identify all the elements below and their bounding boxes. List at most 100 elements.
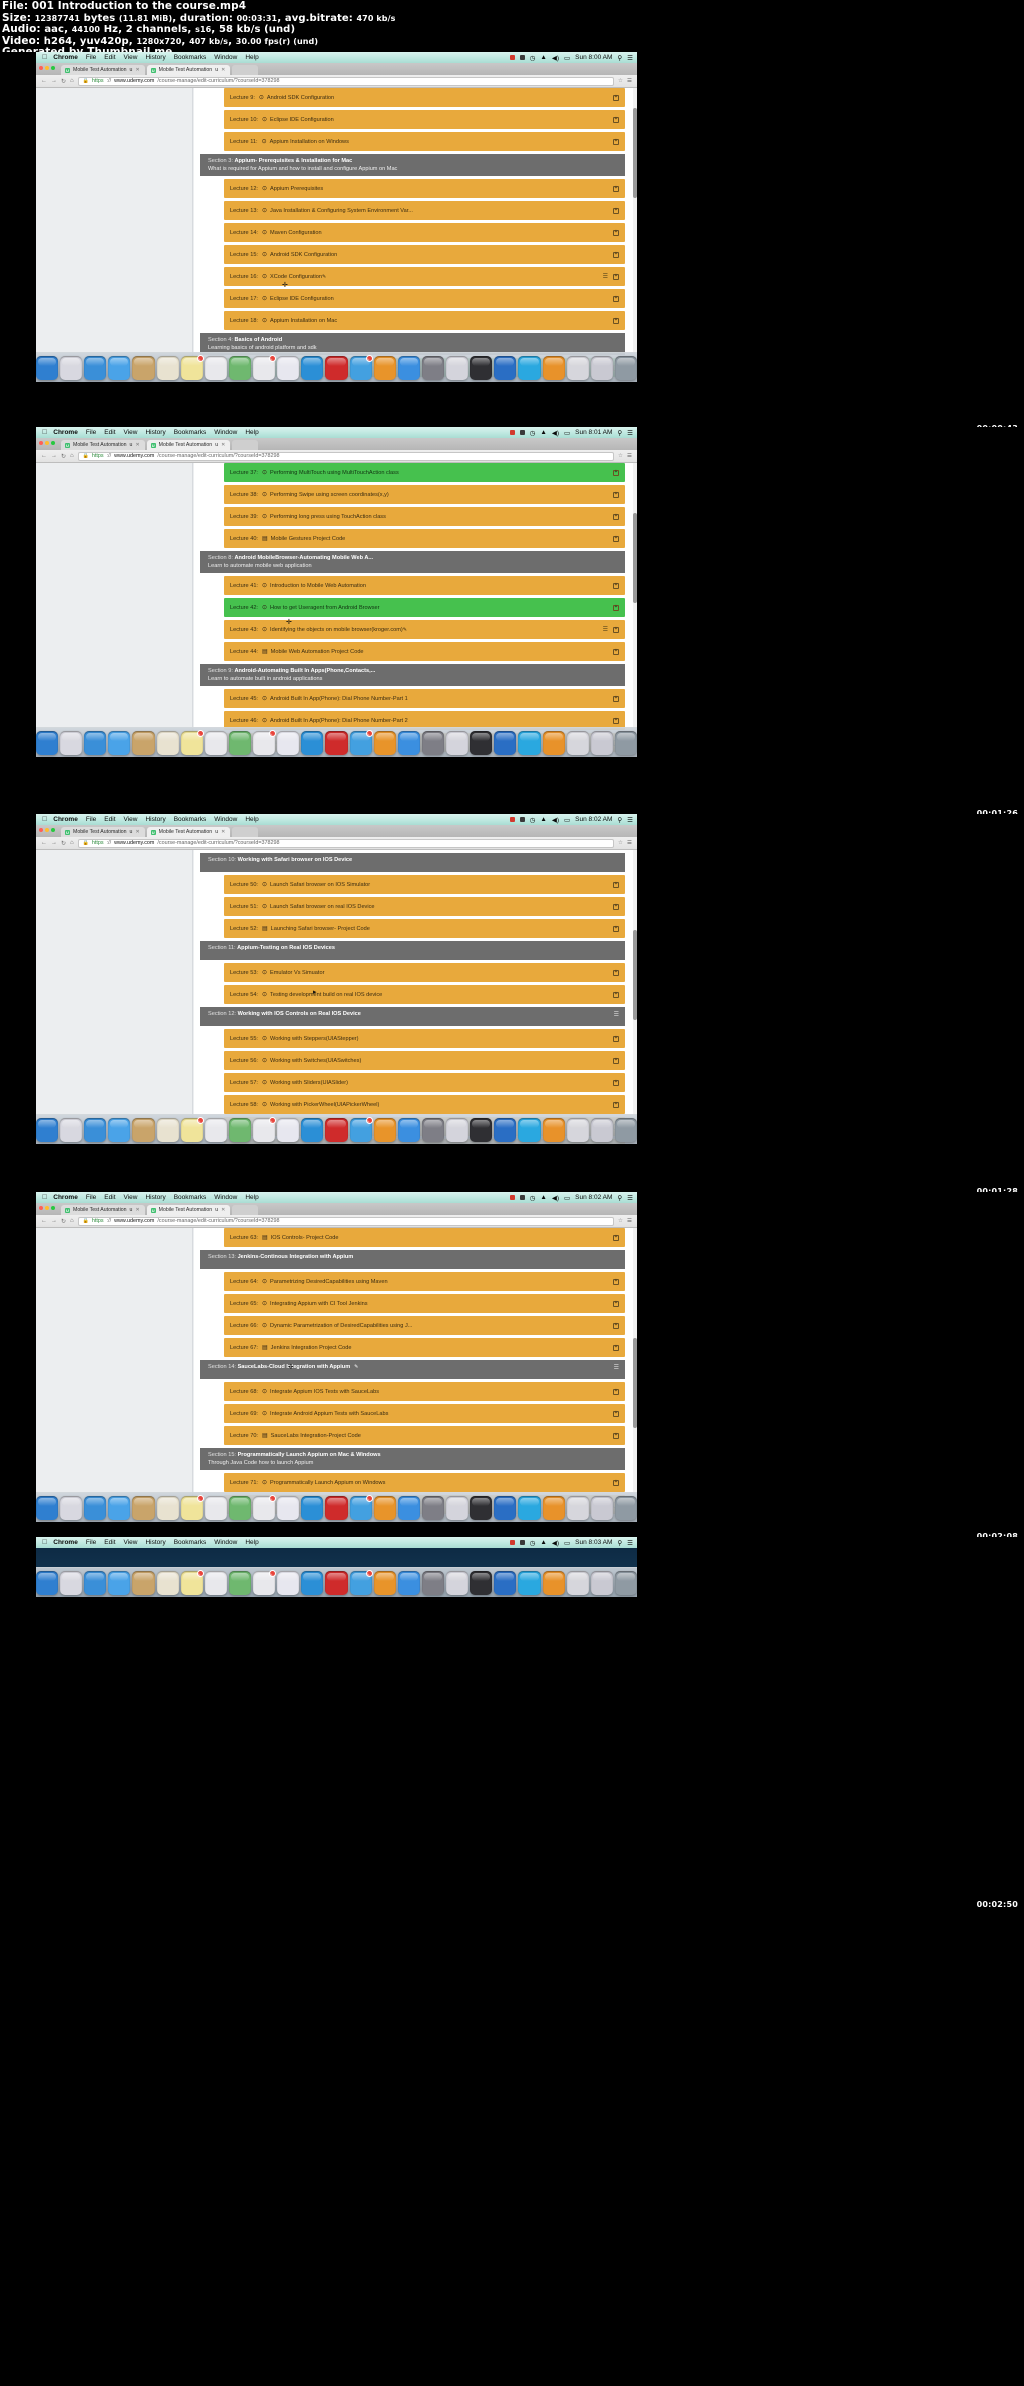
address-bar[interactable]: 🔒 https://www.udemy.com/course-manage/ed… [77,1216,614,1226]
dropbox-icon[interactable] [519,55,525,60]
word-icon[interactable] [494,731,517,755]
maximize-window-icon[interactable] [51,1206,55,1210]
notes-icon[interactable] [180,1570,204,1595]
chrome-menu-icon[interactable]: ☰ [627,1218,632,1224]
expand-toggle-icon[interactable]: + [613,207,619,214]
home-button[interactable]: ⌂ [70,453,74,459]
lecture-row[interactable]: Lecture 37: ⊙ Performing MultiTouch usin… [224,463,625,482]
close-window-icon[interactable] [39,441,43,445]
settings-icon[interactable] [349,355,373,380]
menu-item-chrome[interactable]: Chrome [53,1539,78,1546]
skype-icon[interactable] [518,1571,541,1595]
drag-handle-icon[interactable]: ☰ [603,626,608,633]
clock-icon[interactable]: ◷ [530,54,536,62]
word-icon[interactable] [494,1118,517,1142]
folder-icon[interactable] [566,1496,589,1520]
folder-icon[interactable] [566,1118,589,1142]
apple-logo-icon[interactable]:  [42,429,47,436]
menu-item-window[interactable]: Window [214,1194,237,1201]
xcode-icon[interactable] [446,356,469,380]
notes-icon[interactable] [180,355,204,380]
notes-icon[interactable] [180,730,204,755]
battery-icon[interactable]: ▭ [564,54,570,62]
xcode-icon[interactable] [446,1571,469,1595]
expand-toggle-icon[interactable]: + [613,116,619,123]
trash-icon[interactable] [614,1571,637,1595]
reminders-icon[interactable] [204,1118,227,1142]
appstore-icon[interactable] [325,356,348,380]
expand-toggle-icon[interactable]: + [613,991,619,998]
vlc-icon[interactable] [542,1496,565,1520]
lecture-row[interactable]: Lecture 53: ⊙ Emulator Vs Simuator + [224,963,625,982]
menu-item-edit[interactable]: Edit [104,54,115,61]
reload-button[interactable]: ↻ [61,78,66,85]
calendar-icon[interactable] [156,1571,179,1595]
expand-toggle-icon[interactable]: + [613,1101,619,1108]
bookmark-star-icon[interactable]: ☆ [618,453,623,459]
address-bar[interactable]: 🔒 https://www.udemy.com/course-manage/ed… [77,76,614,86]
appstore-icon[interactable] [325,1118,348,1142]
skype-icon[interactable] [518,1496,541,1520]
launchpad-icon[interactable] [60,356,83,380]
close-tab-icon[interactable]: ✕ [221,1207,225,1213]
menu-item-edit[interactable]: Edit [104,429,115,436]
reload-button[interactable]: ↻ [61,453,66,460]
browser-tab-1[interactable]: U Mobile Test Automation u ✕ [61,440,145,450]
maximize-window-icon[interactable] [51,441,55,445]
lecture-row[interactable]: Lecture 54: ⊙ Testing development build … [224,985,625,1004]
chrome-icon[interactable] [373,1571,396,1595]
settings-icon[interactable] [349,1495,373,1520]
expand-toggle-icon[interactable]: + [613,295,619,302]
lecture-row[interactable]: Lecture 13: ⊙ Java Installation & Config… [224,201,625,220]
wifi-icon[interactable]: ▲ [540,429,546,436]
mail-icon[interactable] [108,1571,131,1595]
section-header[interactable]: Section 15: Programmatically Launch Appi… [200,1448,625,1470]
lecture-row[interactable]: Lecture 51: ⊙ Launch Safari browser on r… [224,897,625,916]
maps-icon[interactable] [228,1496,252,1520]
menu-item-chrome[interactable]: Chrome [53,429,78,436]
lecture-row[interactable]: Lecture 68: ⊙ Integrate Appium IOS Tests… [224,1382,625,1401]
vlc-icon[interactable] [542,1118,565,1142]
dropbox-icon[interactable] [519,430,525,435]
minimize-window-icon[interactable] [45,828,49,832]
page-scrollbar-thumb[interactable] [633,1338,637,1428]
wifi-icon[interactable]: ▲ [540,1539,546,1546]
photos-icon[interactable] [253,730,277,755]
search-icon[interactable]: ⚲ [617,1539,622,1547]
record-icon[interactable] [509,430,515,435]
page-scrollbar[interactable] [633,850,637,1144]
menu-item-file[interactable]: File [86,1539,96,1546]
terminal-icon[interactable] [397,731,420,755]
apple-logo-icon[interactable]:  [42,1194,47,1201]
skype-icon[interactable] [518,731,541,755]
lecture-row[interactable]: Lecture 17: ⊙ Eclipse IDE Configuration … [224,289,625,308]
battery-icon[interactable]: ▭ [564,1539,570,1547]
chrome-menu-icon[interactable]: ☰ [627,453,632,459]
lecture-row[interactable]: Lecture 63: ▤ IOS Controls- Project Code… [224,1228,625,1247]
maximize-window-icon[interactable] [51,66,55,70]
section-header[interactable]: Section 3: Appium- Prerequisites & Insta… [200,154,625,176]
menu-item-history[interactable]: History [145,429,165,436]
safari-icon[interactable] [84,1496,107,1520]
expand-toggle-icon[interactable]: + [613,1410,619,1417]
new-tab-button[interactable] [232,827,259,837]
lecture-row[interactable]: Lecture 14: ⊙ Maven Configuration + [224,223,625,242]
contacts-icon[interactable] [132,1571,155,1595]
launchpad-icon[interactable] [60,731,83,755]
menu-item-file[interactable]: File [86,54,96,61]
reminders-icon[interactable] [204,1571,227,1595]
menu-item-view[interactable]: View [124,816,138,823]
back-button[interactable]: ← [41,1218,47,1224]
menu-item-chrome[interactable]: Chrome [53,816,78,823]
menu-item-file[interactable]: File [86,816,96,823]
expand-toggle-icon[interactable]: + [613,1079,619,1086]
menu-item-window[interactable]: Window [214,54,237,61]
browser-tab-1[interactable]: U Mobile Test Automation u ✕ [61,1205,145,1215]
clock-icon[interactable]: ◷ [530,816,536,824]
itunes-icon[interactable] [277,731,300,755]
close-window-icon[interactable] [39,66,43,70]
expand-toggle-icon[interactable]: + [613,273,619,280]
menu-item-chrome[interactable]: Chrome [53,54,78,61]
record-icon[interactable] [509,1195,515,1200]
expand-toggle-icon[interactable]: + [613,185,619,192]
